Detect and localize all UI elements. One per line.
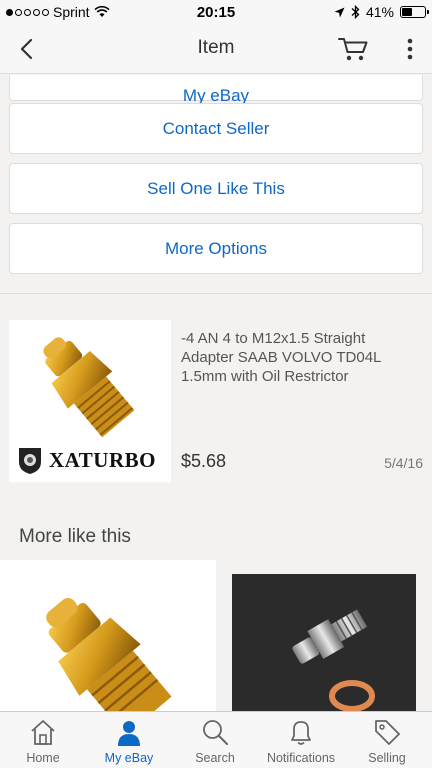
tab-home-label: Home (26, 751, 60, 765)
contact-seller-button[interactable]: Contact Seller (9, 103, 423, 154)
item-title[interactable]: -4 AN 4 to M12x1.5 Straight Adapter SAAB… (181, 329, 421, 386)
item-content: My eBay Contact Seller Sell One Like Thi… (0, 75, 432, 711)
similar-item-card[interactable] (0, 560, 216, 711)
tab-notifications-label: Notifications (266, 751, 336, 765)
person-icon (118, 721, 140, 746)
brand-logo-icon (19, 448, 41, 474)
partial-action-button[interactable]: My eBay (9, 75, 423, 105)
battery-fill (402, 8, 412, 16)
tab-search-label: Search (195, 751, 235, 765)
tab-notifications[interactable]: Notifications (258, 712, 344, 768)
item-summary-card[interactable]: XATURBO -4 AN 4 to M12x1.5 Straight Adap… (9, 320, 423, 482)
tab-home[interactable]: Home (0, 712, 86, 768)
more-options-label: More Options (164, 238, 268, 258)
cart-icon (338, 38, 368, 61)
battery-icon (400, 6, 429, 18)
more-like-this-heading: More like this (19, 526, 131, 547)
tab-my-ebay-label: My eBay (104, 751, 154, 765)
section-divider (0, 293, 432, 294)
tab-my-ebay[interactable]: My eBay (86, 712, 172, 768)
item-thumbnail[interactable]: XATURBO (9, 320, 171, 482)
more-options-button[interactable] (402, 36, 418, 62)
contact-seller-label: Contact Seller (162, 118, 270, 138)
tag-icon (375, 720, 400, 745)
location-arrow-icon (334, 7, 345, 17)
vertical-ellipsis-icon (407, 38, 413, 60)
battery-percent: 41% (365, 4, 394, 20)
item-price: $5.68 (181, 451, 227, 471)
more-options-link-button[interactable]: More Options (9, 223, 423, 274)
status-right: 41% (334, 4, 429, 20)
home-icon (31, 720, 55, 745)
steel-fitting-image (292, 609, 375, 711)
similar-item-card[interactable] (232, 574, 416, 711)
brass-fitting-image (46, 597, 172, 711)
tab-selling-label: Selling (368, 751, 406, 765)
status-bar: Sprint 20:15 41% (0, 0, 432, 24)
tab-selling[interactable]: Selling (344, 712, 430, 768)
brand-name: XATURBO (49, 448, 156, 472)
cart-button[interactable] (338, 36, 370, 62)
tab-search[interactable]: Search (172, 712, 258, 768)
item-date: 5/4/16 (384, 455, 423, 471)
sell-one-like-this-label: Sell One Like This (147, 178, 285, 198)
bell-icon (291, 721, 311, 745)
tab-bar: Home My eBay Search Notifications Sellin… (0, 711, 432, 768)
search-icon (203, 720, 228, 745)
navigation-bar: Item (0, 24, 432, 74)
bluetooth-icon (351, 5, 360, 19)
sell-one-like-this-button[interactable]: Sell One Like This (9, 163, 423, 214)
